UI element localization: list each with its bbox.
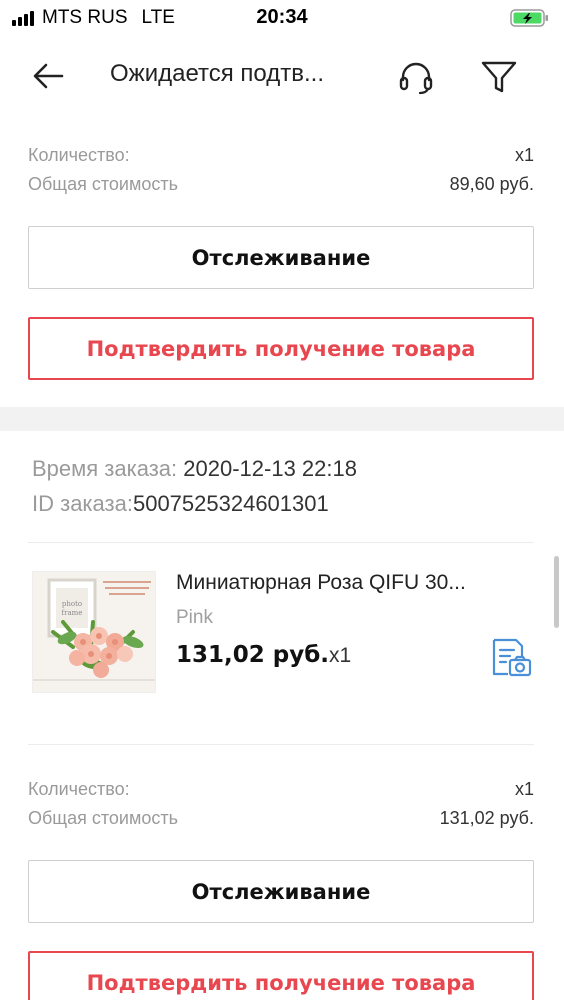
divider (28, 744, 534, 745)
product-price-line: 131,02 руб.x1 (176, 642, 351, 668)
headset-icon[interactable] (396, 58, 436, 98)
order1-confirm-receipt-button[interactable]: Подтвердить получение товара (28, 317, 534, 380)
quantity-value: x1 (514, 779, 534, 799)
page-title: Ожидается подтв... (110, 60, 324, 87)
status-time: 20:34 (256, 6, 308, 28)
total-label: Общая стоимость (28, 808, 178, 828)
order-time-value: 2020-12-13 22:18 (177, 456, 357, 481)
svg-text:photo: photo (62, 600, 82, 608)
section-separator (0, 407, 564, 431)
quantity-value: x1 (514, 145, 534, 165)
order-id-value: 5007525324601301 (132, 491, 329, 516)
order2-id-row: ID заказа:5007525324601301 (32, 489, 329, 519)
order1-tracking-button[interactable]: Отслеживание (28, 226, 534, 289)
quantity-label: Количество: (28, 779, 130, 799)
product-price: 131,02 руб. (176, 642, 330, 668)
battery-icon (510, 9, 548, 27)
product-title[interactable]: Миниатюрная Роза QIFU 30... (176, 571, 532, 595)
product-variant: Pink (176, 607, 213, 628)
order1-total-row: Общая стоимость 89,60 руб. (28, 171, 534, 197)
order1-quantity-row: Количество: x1 (28, 142, 534, 168)
screen: MTS RUS LTE 20:34 Ожидается подтв... Кол… (0, 0, 564, 1000)
filter-funnel-icon[interactable] (478, 56, 520, 98)
back-arrow-icon[interactable] (28, 56, 68, 96)
total-label: Общая стоимость (28, 174, 178, 194)
photo-review-icon[interactable] (488, 636, 532, 680)
order2-tracking-button[interactable]: Отслеживание (28, 860, 534, 923)
order2-time-row: Время заказа: 2020-12-13 22:18 (32, 454, 357, 484)
status-bar: MTS RUS LTE 20:34 (0, 0, 564, 36)
rose-bouquet-image: photo frame (33, 572, 155, 692)
product-qty: x1 (329, 644, 352, 667)
total-value: 89,60 руб. (449, 174, 534, 194)
order2-quantity-row: Количество: x1 (28, 776, 534, 802)
total-value: 131,02 руб. (439, 808, 534, 828)
order-id-label: ID заказа: (32, 491, 133, 516)
app-header: Ожидается подтв... (0, 36, 564, 116)
divider (28, 542, 534, 543)
order2-total-row: Общая стоимость 131,02 руб. (28, 805, 534, 831)
quantity-label: Количество: (28, 145, 130, 165)
product-thumbnail[interactable]: photo frame (32, 571, 156, 693)
order-time-label: Время заказа: (32, 456, 178, 481)
scrollbar[interactable] (554, 556, 559, 628)
svg-text:frame: frame (62, 609, 83, 617)
order2-confirm-receipt-button[interactable]: Подтвердить получение товара (28, 951, 534, 1000)
